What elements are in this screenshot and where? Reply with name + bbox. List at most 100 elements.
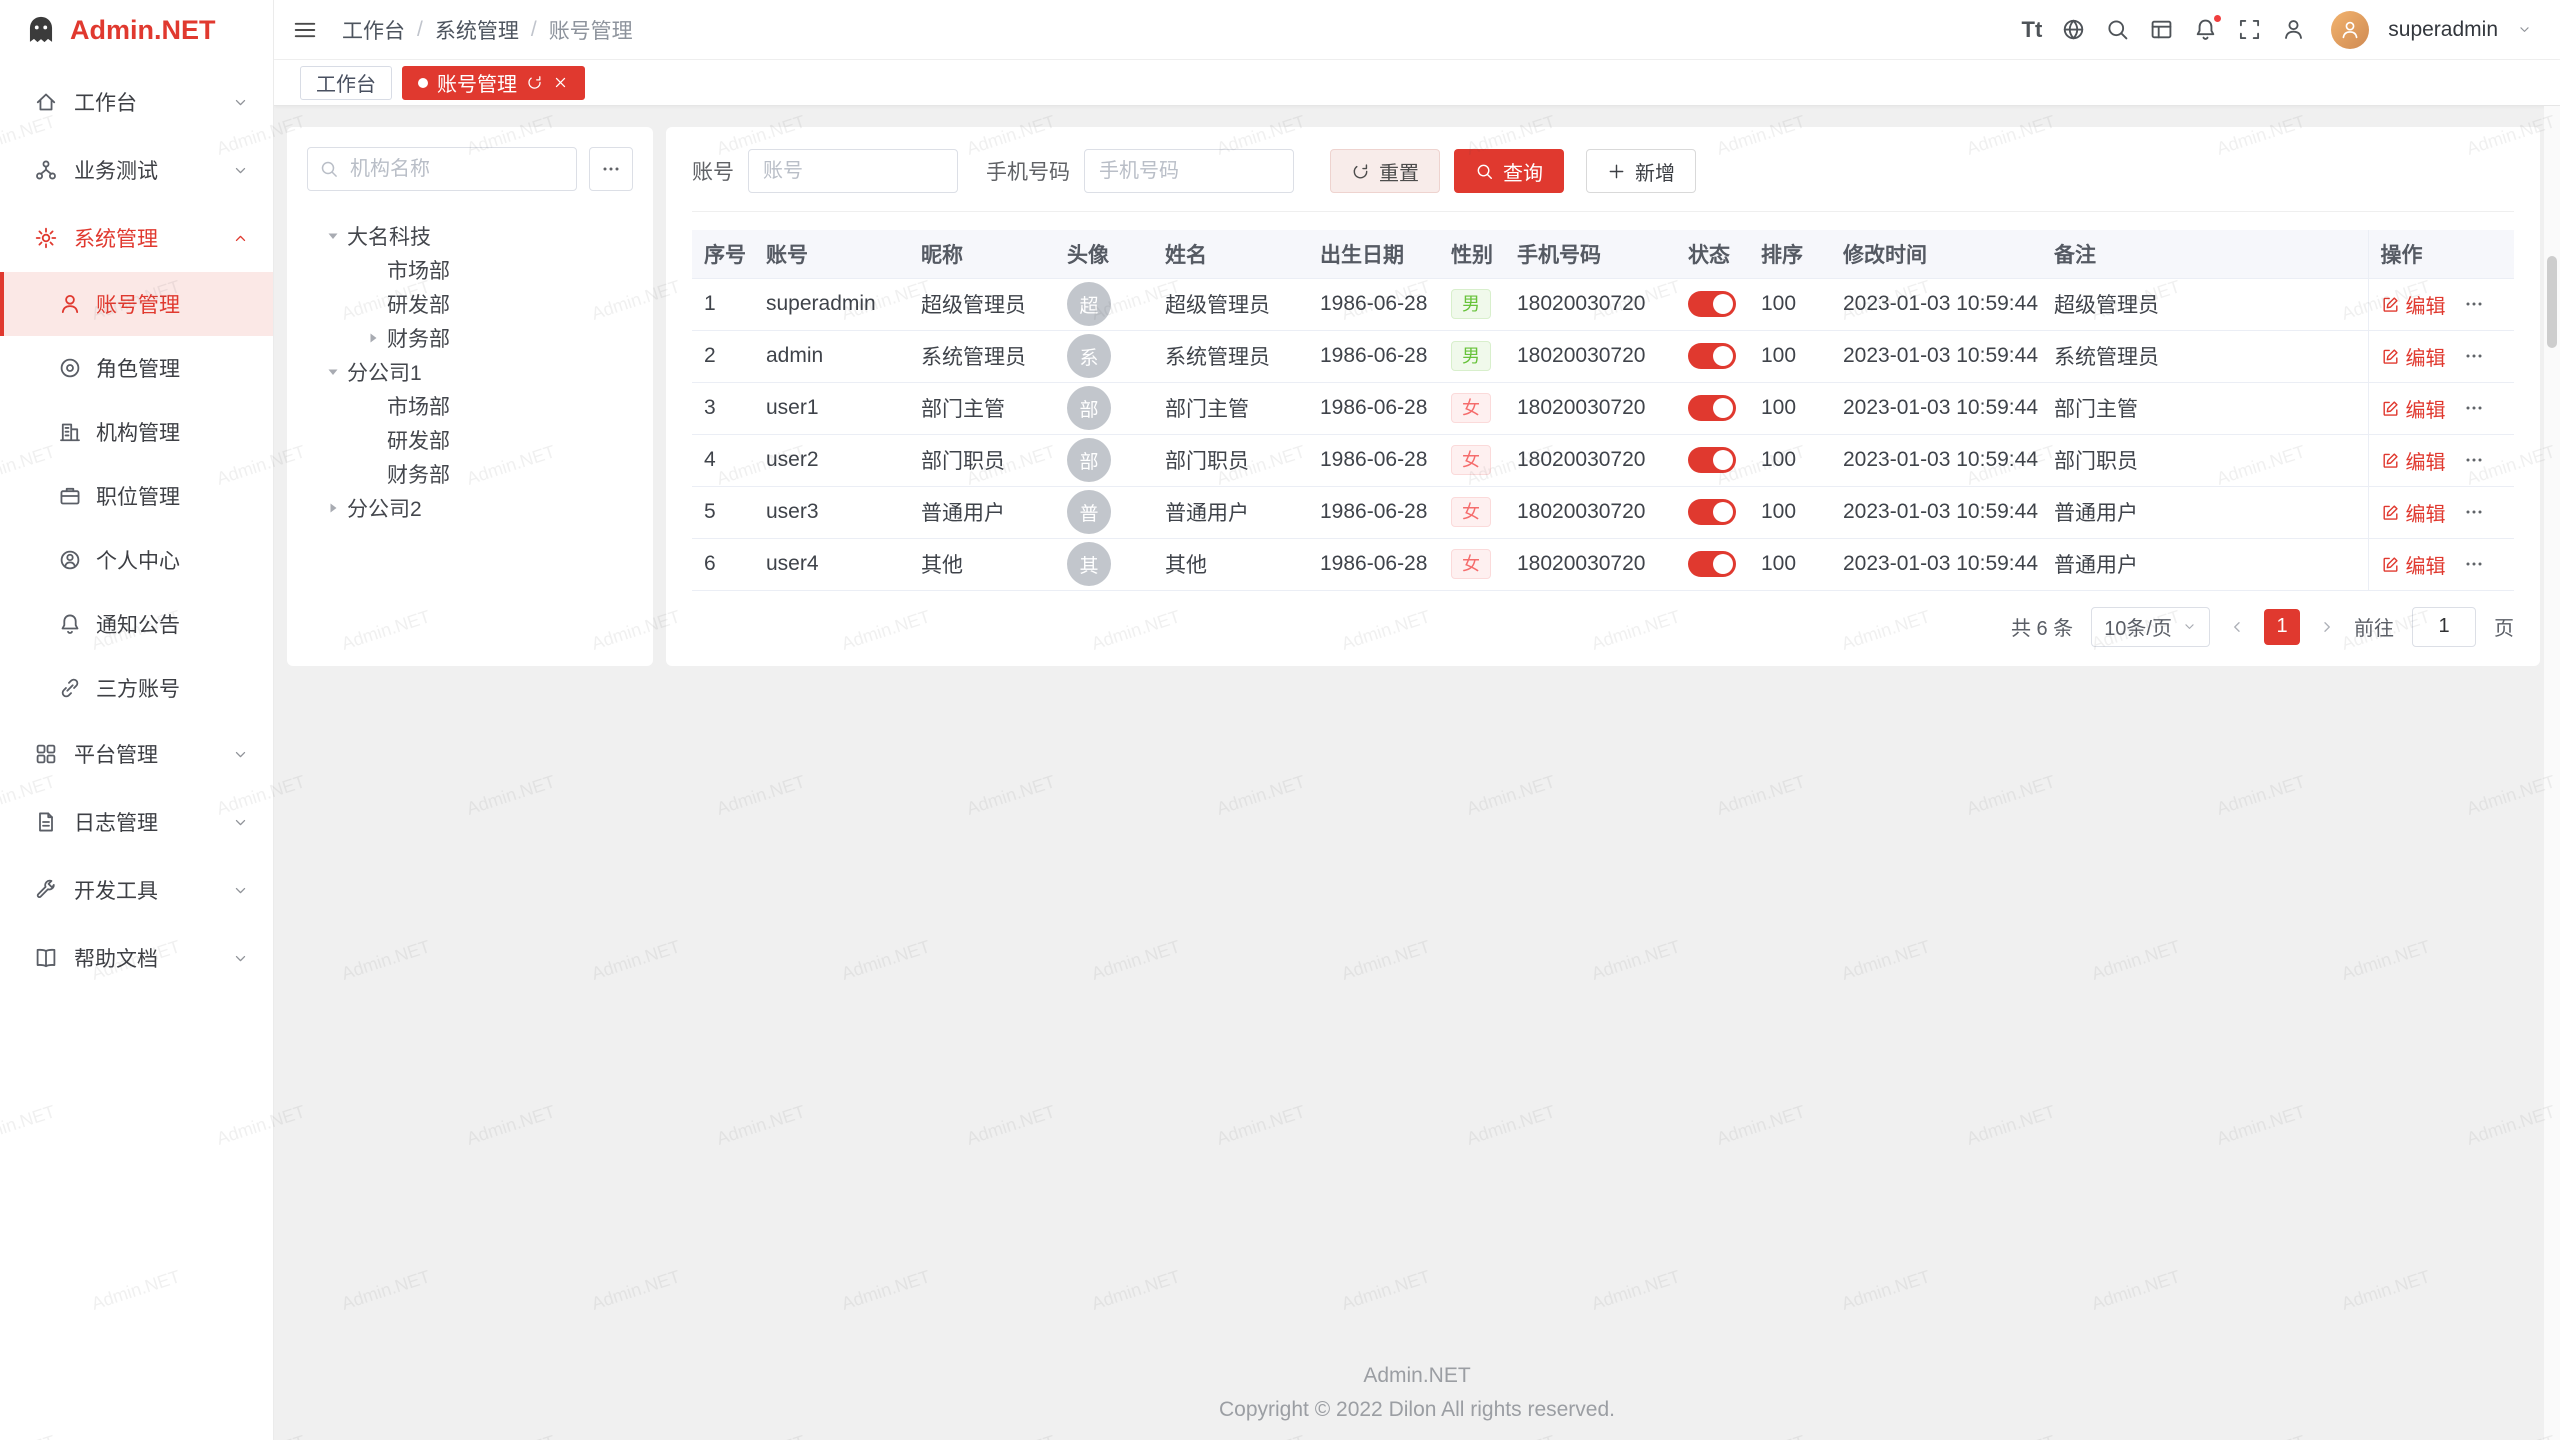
tab-close-icon[interactable] [552,74,569,91]
edit-button[interactable]: 编辑 [2381,498,2446,527]
more-actions-icon[interactable] [2464,294,2484,314]
hamburger-menu-icon[interactable] [292,17,318,43]
goto-page-input[interactable] [2412,607,2476,647]
tree-item[interactable]: 研发部 [307,423,633,457]
search-button[interactable]: 查询 [1454,149,1564,193]
breadcrumb-item[interactable]: 系统管理 [435,15,519,45]
prev-page-icon[interactable] [2228,618,2246,636]
chevron-down-icon [232,950,249,967]
sidebar-item-third-party-account[interactable]: 三方账号 [0,656,273,720]
status-toggle[interactable] [1688,343,1736,369]
more-actions-icon[interactable] [2464,346,2484,366]
content: 大名科技市场部研发部财务部分公司1市场部研发部财务部分公司2 账号 手机号码 重… [274,106,2560,666]
goto-label: 前往 [2354,612,2394,641]
more-actions-icon[interactable] [2464,398,2484,418]
status-toggle[interactable] [1688,395,1736,421]
tab-refresh-icon[interactable] [526,74,543,91]
cell-gender: 女 [1439,486,1505,538]
more-button[interactable] [589,147,633,191]
sidebar-item-system-mgmt[interactable]: 系统管理 [0,204,273,272]
sidebar-item-notice[interactable]: 通知公告 [0,592,273,656]
cell-status [1676,382,1749,434]
column-header: 出生日期 [1308,230,1439,278]
caret-right-icon[interactable] [365,330,381,346]
reset-button[interactable]: 重置 [1330,149,1440,193]
status-toggle[interactable] [1688,551,1736,577]
sidebar-item-org-mgmt[interactable]: 机构管理 [0,400,273,464]
sidebar-item-label: 个人中心 [96,545,180,575]
sidebar-item-log-mgmt[interactable]: 日志管理 [0,788,273,856]
caret-down-icon[interactable] [325,364,341,380]
tab-workbench[interactable]: 工作台 [300,66,392,100]
fullscreen-icon[interactable] [2237,17,2262,42]
cell-name: 超级管理员 [1153,278,1308,330]
target-icon [58,356,82,380]
scrollbar-thumb[interactable] [2547,256,2557,348]
language-icon[interactable] [2061,17,2086,42]
sidebar-item-dev-tools[interactable]: 开发工具 [0,856,273,924]
cell-order: 100 [1749,330,1831,382]
tree-item[interactable]: 财务部 [307,457,633,491]
breadcrumb-item[interactable]: 工作台 [342,15,405,45]
sidebar-item-personal-center[interactable]: 个人中心 [0,528,273,592]
next-page-icon[interactable] [2318,618,2336,636]
account-filter-input[interactable] [748,149,958,193]
edit-icon [2381,451,2400,470]
sidebar-item-label: 职位管理 [96,481,180,511]
pagination: 共 6 条 10条/页 1 前往 页 [692,591,2514,663]
column-header: 备注 [2042,230,2368,278]
sidebar-item-platform-mgmt[interactable]: 平台管理 [0,720,273,788]
status-toggle[interactable] [1688,291,1736,317]
more-actions-icon[interactable] [2464,502,2484,522]
cell-phone: 18020030720 [1505,486,1676,538]
status-toggle[interactable] [1688,447,1736,473]
page-number-button[interactable]: 1 [2264,609,2300,645]
tree-item[interactable]: 市场部 [307,253,633,287]
edit-button[interactable]: 编辑 [2381,290,2446,319]
edit-button[interactable]: 编辑 [2381,550,2446,579]
sidebar-item-workbench[interactable]: 工作台 [0,68,273,136]
more-actions-icon[interactable] [2464,554,2484,574]
search-icon[interactable] [2105,17,2130,42]
caret-right-icon[interactable] [325,500,341,516]
user-avatar[interactable] [2331,11,2369,49]
layout-icon[interactable] [2149,17,2174,42]
sidebar-item-account-mgmt[interactable]: 账号管理 [0,272,273,336]
notification-bell-icon[interactable] [2193,17,2218,42]
page-size-select[interactable]: 10条/页 [2091,607,2210,647]
edit-button[interactable]: 编辑 [2381,446,2446,475]
sidebar-item-position-mgmt[interactable]: 职位管理 [0,464,273,528]
chevron-down-icon[interactable] [2517,22,2532,37]
phone-filter-input[interactable] [1084,149,1294,193]
username[interactable]: superadmin [2388,18,2498,42]
tree-item[interactable]: 市场部 [307,389,633,423]
org-name-input[interactable] [307,147,577,191]
tree-item[interactable]: 研发部 [307,287,633,321]
cell-index: 4 [692,434,754,486]
font-size-icon[interactable]: Tt [2022,19,2043,41]
add-button[interactable]: 新增 [1586,149,1696,193]
edit-button[interactable]: 编辑 [2381,394,2446,423]
sidebar-item-label: 通知公告 [96,609,180,639]
cell-actions: 编辑 [2368,434,2514,486]
status-toggle[interactable] [1688,499,1736,525]
tab-account-mgmt[interactable]: 账号管理 [402,66,585,100]
sidebar-item-role-mgmt[interactable]: 角色管理 [0,336,273,400]
plus-icon [1607,162,1626,181]
tree-item[interactable]: 分公司2 [307,491,633,525]
sidebar-item-business-test[interactable]: 业务测试 [0,136,273,204]
user-icon[interactable] [2281,17,2306,42]
cell-avatar: 普 [1055,486,1153,538]
caret-down-icon[interactable] [325,228,341,244]
avatar: 超 [1067,282,1111,326]
cell-account: user4 [754,538,909,590]
cell-phone: 18020030720 [1505,538,1676,590]
tree-item[interactable]: 分公司1 [307,355,633,389]
scrollbar[interactable] [2544,106,2560,1440]
tree-item[interactable]: 大名科技 [307,219,633,253]
test-icon [34,158,58,182]
edit-button[interactable]: 编辑 [2381,342,2446,371]
more-actions-icon[interactable] [2464,450,2484,470]
tree-item[interactable]: 财务部 [307,321,633,355]
sidebar-item-help-docs[interactable]: 帮助文档 [0,924,273,992]
